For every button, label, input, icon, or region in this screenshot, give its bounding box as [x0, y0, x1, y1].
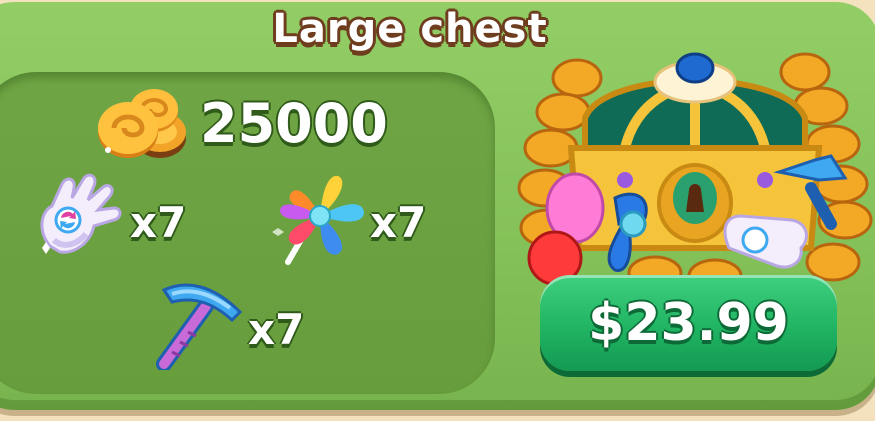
- buy-button[interactable]: $23.99: [540, 275, 837, 371]
- price-label: $23.99: [588, 293, 789, 353]
- glove-quantity: x7: [130, 198, 187, 247]
- offer-title: Large chest: [272, 6, 548, 52]
- glove-icon: [40, 173, 122, 254]
- coins-amount: 25000: [200, 92, 388, 155]
- coins-icon: [98, 89, 186, 158]
- pickaxe-quantity: x7: [248, 305, 305, 354]
- pinwheel-icon: [272, 175, 364, 265]
- pickaxe-icon: [156, 283, 243, 370]
- pinwheel-quantity: x7: [370, 198, 427, 247]
- treasure-chest-icon: [517, 52, 873, 294]
